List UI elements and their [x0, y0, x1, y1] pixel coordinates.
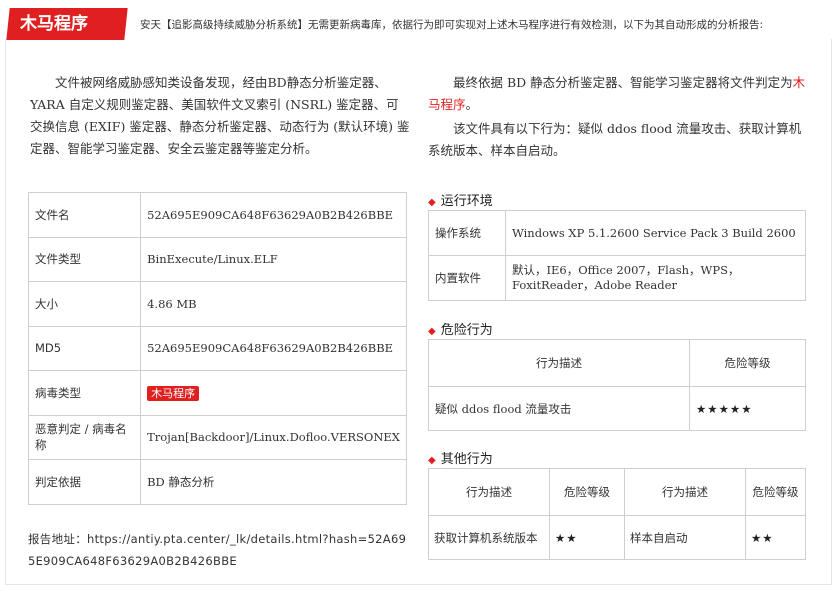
- other-level-stars: ★★: [549, 515, 625, 560]
- header-tag-text: 木马程序: [20, 14, 88, 34]
- report-address: 报告地址：https://antiy.pta.center/_lk/detail…: [28, 528, 408, 572]
- verdict-prefix: 最终依据 BD 静态分析鉴定器、智能学习鉴定器将文件判定为: [453, 75, 793, 90]
- file-info-key: MD5: [27, 325, 142, 371]
- table-header-row: 行为描述 危险等级: [428, 339, 806, 387]
- table-row: 判定依据 BD 静态分析: [27, 459, 407, 505]
- col-header-level: 危险等级: [745, 468, 806, 516]
- env-table: 操作系统 Windows XP 5.1.2600 Service Pack 3 B…: [428, 210, 806, 301]
- col-header-desc: 行为描述: [428, 339, 690, 387]
- env-value: 默认，IE6，Office 2007，Flash，WPS，FoxitReader…: [505, 255, 806, 301]
- file-info-key: 恶意判定 / 病毒名称: [27, 414, 142, 460]
- other-desc: 样本自启动: [624, 515, 746, 560]
- env-key: 操作系统: [428, 210, 506, 256]
- file-info-value: Trojan[Backdoor]/Linux.Dofloo.VERSONEX: [140, 414, 407, 460]
- file-info-key: 文件类型: [27, 236, 142, 282]
- report-label: 报告地址：: [28, 532, 87, 546]
- diamond-bullet-icon: ◆: [428, 326, 436, 337]
- header-tag: 木马程序: [6, 8, 128, 40]
- verdict-suffix: 。: [465, 97, 479, 112]
- behavior-summary-paragraph: 该文件具有以下行为：疑似 ddos flood 流量攻击、获取计算机系统版本、样…: [428, 121, 802, 158]
- file-info-value: BinExecute/Linux.ELF: [140, 236, 407, 282]
- file-info-value: 4.86 MB: [140, 281, 407, 327]
- env-value: Windows XP 5.1.2600 Service Pack 3 Build…: [505, 210, 806, 256]
- file-info-value: BD 静态分析: [140, 459, 407, 505]
- table-row: 疑似 ddos flood 流量攻击 ★★★★★: [428, 386, 806, 431]
- env-key: 内置软件: [428, 255, 506, 301]
- col-header-desc: 行为描述: [428, 468, 550, 516]
- other-behavior-table: 行为描述 危险等级 行为描述 危险等级 获取计算机系统版本 ★★ 样本自启动 ★…: [428, 468, 806, 560]
- diamond-bullet-icon: ◆: [428, 197, 436, 208]
- diamond-bullet-icon: ◆: [428, 455, 436, 466]
- file-info-key: 大小: [27, 281, 142, 327]
- other-title-text: 其他行为: [440, 452, 493, 467]
- other-level-stars: ★★: [745, 515, 806, 560]
- table-row: 内置软件 默认，IE6，Office 2007，Flash，WPS，FoxitRe…: [428, 255, 806, 301]
- risk-behavior-table: 行为描述 危险等级 疑似 ddos flood 流量攻击 ★★★★★: [428, 339, 806, 431]
- table-row: 文件类型 BinExecute/Linux.ELF: [27, 236, 407, 282]
- table-row: MD5 52A695E909CA648F63629A0B2B426BBE: [27, 325, 407, 371]
- risk-title-text: 危险行为: [440, 323, 493, 338]
- intro-verdict-paragraph: 最终依据 BD 静态分析鉴定器、智能学习鉴定器将文件判定为木马程序。: [428, 72, 808, 116]
- env-section-title: ◆ 运行环境: [428, 190, 493, 209]
- file-info-value: 52A695E909CA648F63629A0B2B426BBE: [140, 192, 407, 238]
- table-row: 病毒类型 木马程序: [27, 370, 407, 416]
- col-header-level: 危险等级: [549, 468, 625, 516]
- risk-desc: 疑似 ddos flood 流量攻击: [428, 386, 690, 431]
- header-description: 安天【追影高级持续威胁分析系统】无需更新病毒库，依据行为即可实现对上述木马程序进…: [140, 19, 764, 31]
- file-info-key: 文件名: [27, 192, 142, 238]
- other-desc: 获取计算机系统版本: [428, 515, 550, 560]
- env-title-text: 运行环境: [440, 194, 493, 209]
- intro-left-paragraph: 文件被网络威胁感知类设备发现，经由BD静态分析鉴定器、YARA 自定义规则鉴定器…: [30, 75, 410, 156]
- file-info-key: 病毒类型: [27, 370, 142, 416]
- file-info-table: 文件名 52A695E909CA648F63629A0B2B426BBE 文件类型…: [27, 192, 407, 505]
- table-header-row: 行为描述 危险等级 行为描述 危险等级: [428, 468, 806, 516]
- file-info-value: 52A695E909CA648F63629A0B2B426BBE: [140, 325, 407, 371]
- risk-level-stars: ★★★★★: [689, 386, 806, 431]
- other-section-title: ◆ 其他行为: [428, 448, 493, 467]
- risk-section-title: ◆ 危险行为: [428, 319, 493, 338]
- col-header-desc: 行为描述: [624, 468, 746, 516]
- table-row: 恶意判定 / 病毒名称 Trojan[Backdoor]/Linux.Dofloo…: [27, 414, 407, 460]
- virus-type-badge: 木马程序: [147, 385, 200, 401]
- table-row: 获取计算机系统版本 ★★ 样本自启动 ★★: [428, 515, 806, 560]
- file-info-key: 判定依据: [27, 459, 142, 505]
- col-header-level: 危险等级: [689, 339, 806, 387]
- table-row: 操作系统 Windows XP 5.1.2600 Service Pack 3 B…: [428, 210, 806, 256]
- table-row: 大小 4.86 MB: [27, 281, 407, 327]
- file-info-value: 木马程序: [140, 370, 407, 416]
- table-row: 文件名 52A695E909CA648F63629A0B2B426BBE: [27, 192, 407, 238]
